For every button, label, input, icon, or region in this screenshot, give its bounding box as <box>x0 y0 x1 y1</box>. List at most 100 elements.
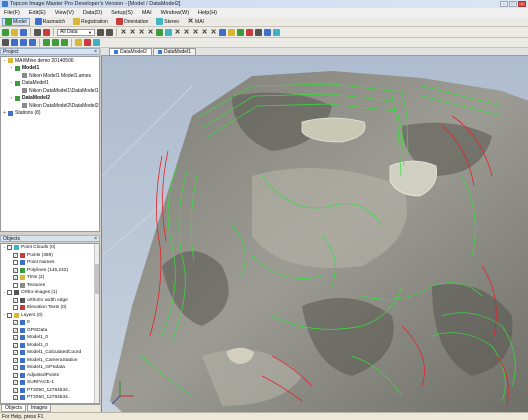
project-tree-item[interactable]: Nikon DataModel1\DataModel1 <box>1 87 99 95</box>
object-tree-item[interactable]: Elevation Texts (0) <box>1 304 99 312</box>
expand-icon[interactable]: + <box>2 110 7 116</box>
rasmatch-button[interactable]: Rasmatch <box>32 18 69 26</box>
expand-icon[interactable]: - <box>9 65 14 71</box>
menu-mai[interactable]: MAI <box>142 10 152 16</box>
visibility-checkbox[interactable]: ✓ <box>13 275 18 281</box>
menu-edit[interactable]: Edit(E) <box>29 10 46 16</box>
cross-icon[interactable]: ✕ <box>183 29 190 36</box>
object-tree-item[interactable]: Textures <box>1 282 99 290</box>
visibility-checkbox[interactable]: ✓ <box>13 395 18 401</box>
side-view-icon[interactable] <box>61 39 68 46</box>
visibility-checkbox[interactable]: ✓ <box>13 387 18 393</box>
layer-icon[interactable] <box>237 28 244 36</box>
expand-icon[interactable]: - <box>9 80 14 86</box>
new-icon[interactable] <box>2 28 9 36</box>
front-view-icon[interactable] <box>43 39 50 46</box>
visibility-checkbox[interactable]: ✓ <box>13 365 18 371</box>
object-tree-item[interactable]: ✓ Model1_GPSdata <box>1 364 99 372</box>
cross-icon[interactable]: ✕ <box>201 29 208 36</box>
measure-icon[interactable] <box>255 28 262 36</box>
contour-icon[interactable] <box>156 28 163 36</box>
mai-button[interactable]: ✕ MAI <box>184 18 207 26</box>
orientation-button[interactable]: Orientation <box>113 18 151 26</box>
object-tree-item[interactable]: ✓ 0 <box>1 319 99 327</box>
objects-scrollbar[interactable] <box>94 244 99 403</box>
project-tree-item[interactable]: Nikon Model1 Model1.ames <box>1 72 99 80</box>
menu-data[interactable]: Data(D) <box>83 10 102 16</box>
menu-file[interactable]: File(F) <box>4 10 20 16</box>
cross-icon[interactable]: ✕ <box>147 29 154 36</box>
rotate-icon[interactable] <box>11 39 18 46</box>
project-tree-item[interactable]: - MAI\Mine demo 20140506 <box>1 57 99 65</box>
tin-icon[interactable] <box>165 28 172 36</box>
menu-help[interactable]: Help(H) <box>198 10 217 16</box>
object-tree-item[interactable]: ✓ Model1_CalculatedCoord <box>1 349 99 357</box>
visibility-checkbox[interactable]: ✓ <box>13 372 18 378</box>
object-tree-item[interactable]: ✓ AdjustedPoints <box>1 372 99 380</box>
visibility-checkbox[interactable]: ✓ <box>13 320 18 326</box>
cross-icon[interactable]: ✕ <box>120 29 127 36</box>
minimize-button[interactable]: – <box>500 1 508 7</box>
cross-icon[interactable]: ✕ <box>129 29 136 36</box>
tab-objects[interactable]: Objects <box>1 405 26 412</box>
menu-window[interactable]: Window(W) <box>161 10 189 16</box>
visibility-checkbox[interactable]: ✓ <box>13 252 18 258</box>
visibility-checkbox[interactable]: ✓ <box>13 335 18 341</box>
tab-images[interactable]: Images <box>26 405 52 412</box>
visibility-checkbox[interactable]: ✓ <box>13 342 18 348</box>
view-icon[interactable] <box>219 28 226 36</box>
terrain-model-render[interactable] <box>102 56 528 412</box>
copy-icon[interactable] <box>34 28 41 36</box>
zoom-in-icon[interactable] <box>20 39 27 46</box>
delete-icon[interactable] <box>43 28 50 36</box>
model-button[interactable]: Model <box>2 17 30 26</box>
object-tree-item[interactable]: ✓ TINs (2) <box>1 274 99 282</box>
cross-icon[interactable]: ✕ <box>210 29 217 36</box>
visibility-checkbox[interactable]: ✓ <box>13 380 18 386</box>
visibility-checkbox[interactable]: ✓ <box>13 350 18 356</box>
project-tree-item[interactable]: - Model1 <box>1 65 99 73</box>
cross-icon[interactable]: ✕ <box>192 29 199 36</box>
menu-view[interactable]: View(V) <box>55 10 74 16</box>
visibility-checkbox[interactable] <box>13 305 18 311</box>
visibility-checkbox[interactable] <box>13 282 18 288</box>
tab-datamodel1[interactable]: DataModel1 <box>152 48 196 55</box>
expand-icon[interactable]: - <box>2 58 7 64</box>
close-icon[interactable]: × <box>94 236 97 242</box>
scroll-thumb[interactable] <box>95 264 99 294</box>
cross-icon[interactable]: ✕ <box>174 29 181 36</box>
object-tree-item[interactable]: ✓ Model1_0 <box>1 334 99 342</box>
object-tree-item[interactable]: ✓ PT2050_12784534.. <box>1 394 99 402</box>
object-tree-item[interactable]: ✓ Model1_CameraStation <box>1 357 99 365</box>
object-tree-item[interactable]: ✓ Points (389) <box>1 252 99 260</box>
save-icon[interactable] <box>20 28 27 36</box>
visibility-checkbox[interactable]: ✓ <box>13 357 18 363</box>
object-tree-item[interactable]: - Point Clouds (0) <box>1 244 99 252</box>
visibility-checkbox[interactable] <box>13 260 18 266</box>
wireframe-icon[interactable] <box>93 39 100 46</box>
visibility-checkbox[interactable] <box>7 312 12 318</box>
project-tree-item[interactable]: + Stations (8) <box>1 110 99 118</box>
project-tree-item[interactable]: Nikon DataModel2\DataModel2 <box>1 102 99 110</box>
close-icon[interactable]: × <box>94 49 97 55</box>
light-icon[interactable] <box>75 39 82 46</box>
visibility-checkbox[interactable] <box>7 290 12 296</box>
layer-dropdown[interactable]: All Data ▼ <box>57 28 95 36</box>
stereo-button[interactable]: Stereo <box>153 18 182 26</box>
visibility-checkbox[interactable] <box>7 245 12 251</box>
pan-icon[interactable] <box>273 28 280 36</box>
object-tree-item[interactable]: - Layers (0) <box>1 312 99 320</box>
top-view-icon[interactable] <box>52 39 59 46</box>
visibility-checkbox[interactable]: ✓ <box>13 297 18 303</box>
object-tree-item[interactable]: ✓ ortho01 width edge <box>1 297 99 305</box>
pointer-icon[interactable] <box>2 39 9 46</box>
3d-viewport[interactable] <box>101 56 528 412</box>
menu-setup[interactable]: Setup(S) <box>111 10 133 16</box>
cross-icon[interactable]: ✕ <box>138 29 145 36</box>
ortho-icon[interactable] <box>228 28 235 36</box>
marker-icon[interactable] <box>84 39 91 46</box>
object-tree-item[interactable]: ✓ Model1_0 <box>1 342 99 350</box>
object-tree-item[interactable]: ✓ GPSData <box>1 327 99 335</box>
redo-icon[interactable] <box>106 28 113 36</box>
undo-icon[interactable] <box>97 28 104 36</box>
